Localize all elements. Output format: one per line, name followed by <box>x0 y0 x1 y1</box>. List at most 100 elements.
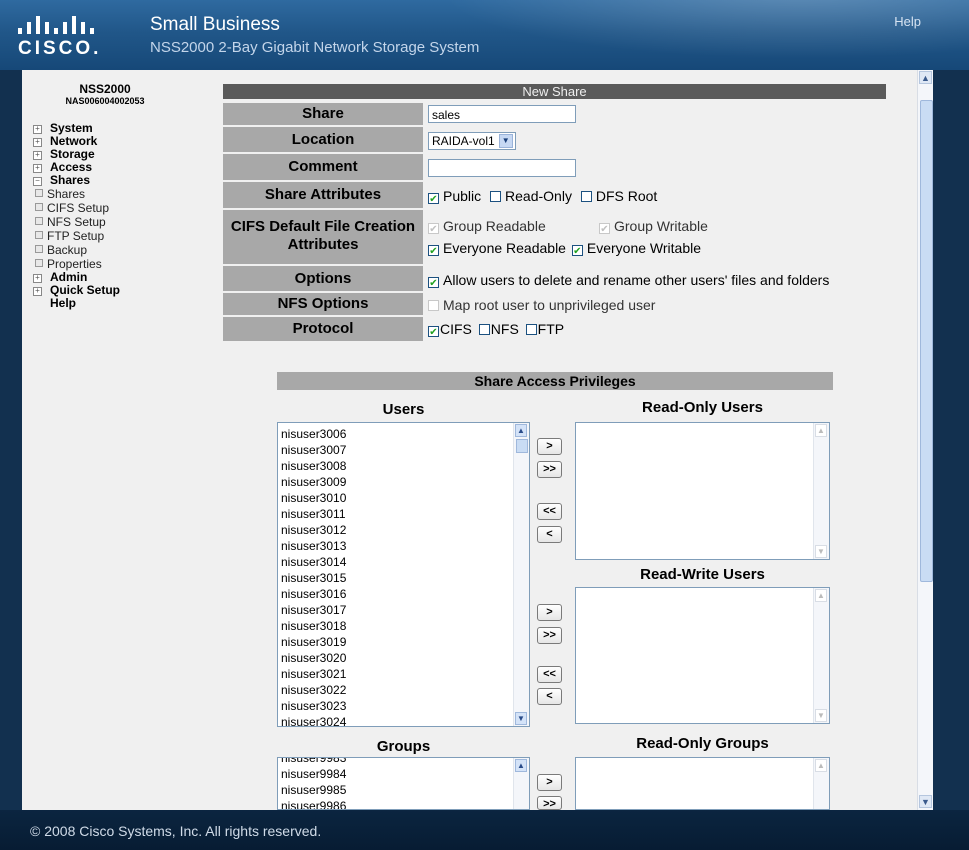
read-only-groups-listbox[interactable]: ▲ <box>575 757 830 810</box>
user-list-item[interactable]: nisuser3024 <box>281 714 529 726</box>
nav-sub-cifs-setup[interactable]: CIFS Setup <box>33 201 213 215</box>
share-name-input[interactable]: sales <box>428 105 576 123</box>
user-list-item[interactable]: nisuser3007 <box>281 442 529 458</box>
read-only-users-header: Read-Only Users <box>642 399 763 416</box>
scroll-down-icon[interactable]: ▼ <box>815 545 827 558</box>
nav-shares[interactable]: − Shares <box>33 174 213 187</box>
sidebar-nav: + System + Network + Storage + Access − Share… <box>33 122 213 310</box>
protocol-label: Protocol <box>223 317 423 343</box>
dfs-root-checkbox[interactable] <box>580 191 592 202</box>
nav-sub-shares[interactable]: Shares <box>33 187 213 201</box>
nav-shares-label: Shares <box>50 173 91 187</box>
user-list-item[interactable]: nisuser3013 <box>281 538 529 554</box>
expand-icon[interactable]: + <box>33 125 42 134</box>
help-link[interactable]: Help <box>894 14 921 29</box>
group-list-item[interactable]: nisuser9986 <box>281 798 529 809</box>
user-list-item[interactable]: nisuser3008 <box>281 458 529 474</box>
collapse-icon[interactable]: − <box>33 177 42 186</box>
groups-list[interactable]: nisuser9983 nisuser9984 nisuser9985 nisuser… <box>278 758 529 809</box>
header-swoosh <box>380 0 969 70</box>
remove-all-rw-users-button[interactable]: << <box>537 666 562 683</box>
scroll-thumb[interactable] <box>516 439 528 453</box>
user-list-item[interactable]: nisuser3019 <box>281 634 529 650</box>
remove-ro-user-button[interactable]: < <box>537 526 562 543</box>
nav-access-label: Access <box>50 160 93 174</box>
groups-scrollbar[interactable]: ▲ <box>513 758 529 809</box>
groups-listbox[interactable]: nisuser9983 nisuser9984 nisuser9985 nisuser… <box>277 757 530 810</box>
public-checkbox[interactable]: ✔ <box>428 193 439 205</box>
user-list-item[interactable]: nisuser3010 <box>281 490 529 506</box>
location-select[interactable]: RAIDA-vol1 ▼ <box>428 132 516 150</box>
user-list-item[interactable]: nisuser3014 <box>281 554 529 570</box>
comment-input[interactable] <box>428 159 576 177</box>
user-list-item[interactable]: nisuser3016 <box>281 586 529 602</box>
page-scrollbar[interactable]: ▲ ▼ <box>917 70 933 810</box>
nav-sub-backup[interactable]: Backup <box>33 243 213 257</box>
add-ro-group-button[interactable]: > <box>537 774 562 791</box>
remove-rw-user-button[interactable]: < <box>537 688 562 705</box>
scroll-up-icon[interactable]: ▲ <box>515 759 527 772</box>
user-list-item[interactable]: nisuser3011 <box>281 506 529 522</box>
users-list[interactable]: nisuser3006 nisuser3007 nisuser3008 nisuser… <box>278 423 529 726</box>
users-listbox[interactable]: nisuser3006 nisuser3007 nisuser3008 nisuser… <box>277 422 530 727</box>
dfs-root-label: DFS Root <box>595 188 658 204</box>
user-list-item[interactable]: nisuser3017 <box>281 602 529 618</box>
user-list-item[interactable]: nisuser3020 <box>281 650 529 666</box>
nav-sub-nfs-setup[interactable]: NFS Setup <box>33 215 213 229</box>
scroll-up-icon[interactable]: ▲ <box>815 424 827 437</box>
map-root-checkbox[interactable] <box>428 300 439 311</box>
rw-users-scrollbar[interactable]: ▲ ▼ <box>813 588 829 723</box>
allow-delete-checkbox[interactable]: ✔ <box>428 277 439 289</box>
bullet-icon <box>35 259 43 267</box>
scroll-up-icon[interactable]: ▲ <box>815 759 827 772</box>
scroll-up-icon[interactable]: ▲ <box>919 71 932 84</box>
remove-all-ro-users-button[interactable]: << <box>537 503 562 520</box>
cifs-checkbox[interactable]: ✔ <box>428 326 439 338</box>
user-list-item[interactable]: nisuser3009 <box>281 474 529 490</box>
nfs-checkbox[interactable] <box>478 324 490 335</box>
group-writable-checkbox[interactable]: ✔ <box>599 223 610 235</box>
add-rw-user-button[interactable]: > <box>537 604 562 621</box>
group-list-item[interactable]: nisuser9985 <box>281 782 529 798</box>
ftp-checkbox[interactable] <box>525 324 537 335</box>
read-write-users-listbox[interactable]: ▲ ▼ <box>575 587 830 724</box>
expand-icon[interactable]: + <box>33 164 42 173</box>
user-list-item[interactable]: nisuser3023 <box>281 698 529 714</box>
expand-icon[interactable]: + <box>33 151 42 160</box>
user-list-item[interactable]: nisuser3006 <box>281 426 529 442</box>
group-readable-checkbox[interactable]: ✔ <box>428 223 439 235</box>
add-all-ro-groups-button[interactable]: >> <box>537 796 562 810</box>
user-list-item[interactable]: nisuser3021 <box>281 666 529 682</box>
scroll-up-icon[interactable]: ▲ <box>515 424 527 437</box>
add-all-ro-users-button[interactable]: >> <box>537 461 562 478</box>
group-list-item[interactable]: nisuser9984 <box>281 766 529 782</box>
chevron-down-icon[interactable]: ▼ <box>498 134 513 148</box>
device-id: NAS006004002053 <box>65 96 145 106</box>
user-list-item[interactable]: nisuser3018 <box>281 618 529 634</box>
add-all-rw-users-button[interactable]: >> <box>537 627 562 644</box>
nav-help[interactable]: Help <box>33 297 213 310</box>
user-list-item[interactable]: nisuser3022 <box>281 682 529 698</box>
scroll-thumb[interactable] <box>920 100 933 582</box>
read-only-users-listbox[interactable]: ▲ ▼ <box>575 422 830 560</box>
ro-groups-scrollbar[interactable]: ▲ <box>813 758 829 809</box>
everyone-writable-checkbox[interactable]: ✔ <box>571 245 583 257</box>
nav-sub-ftp-setup[interactable]: FTP Setup <box>33 229 213 243</box>
group-list-item[interactable]: nisuser9983 <box>281 758 529 766</box>
scroll-up-icon[interactable]: ▲ <box>815 589 827 602</box>
ro-users-scrollbar[interactable]: ▲ ▼ <box>813 423 829 559</box>
expand-icon[interactable]: + <box>33 274 42 283</box>
scroll-down-icon[interactable]: ▼ <box>815 709 827 722</box>
user-list-item[interactable]: nisuser3015 <box>281 570 529 586</box>
add-ro-user-button[interactable]: > <box>537 438 562 455</box>
read-only-checkbox[interactable] <box>490 191 502 202</box>
expand-icon[interactable]: + <box>33 138 42 147</box>
everyone-readable-checkbox[interactable]: ✔ <box>428 245 439 257</box>
scroll-down-icon[interactable]: ▼ <box>515 712 527 725</box>
scroll-down-icon[interactable]: ▼ <box>919 795 932 808</box>
users-scrollbar[interactable]: ▲ ▼ <box>513 423 529 726</box>
nav-sub-properties[interactable]: Properties <box>33 257 213 271</box>
user-list-item[interactable]: nisuser3012 <box>281 522 529 538</box>
device-name: NSS2000 <box>79 82 131 96</box>
expand-icon[interactable]: + <box>33 287 42 296</box>
